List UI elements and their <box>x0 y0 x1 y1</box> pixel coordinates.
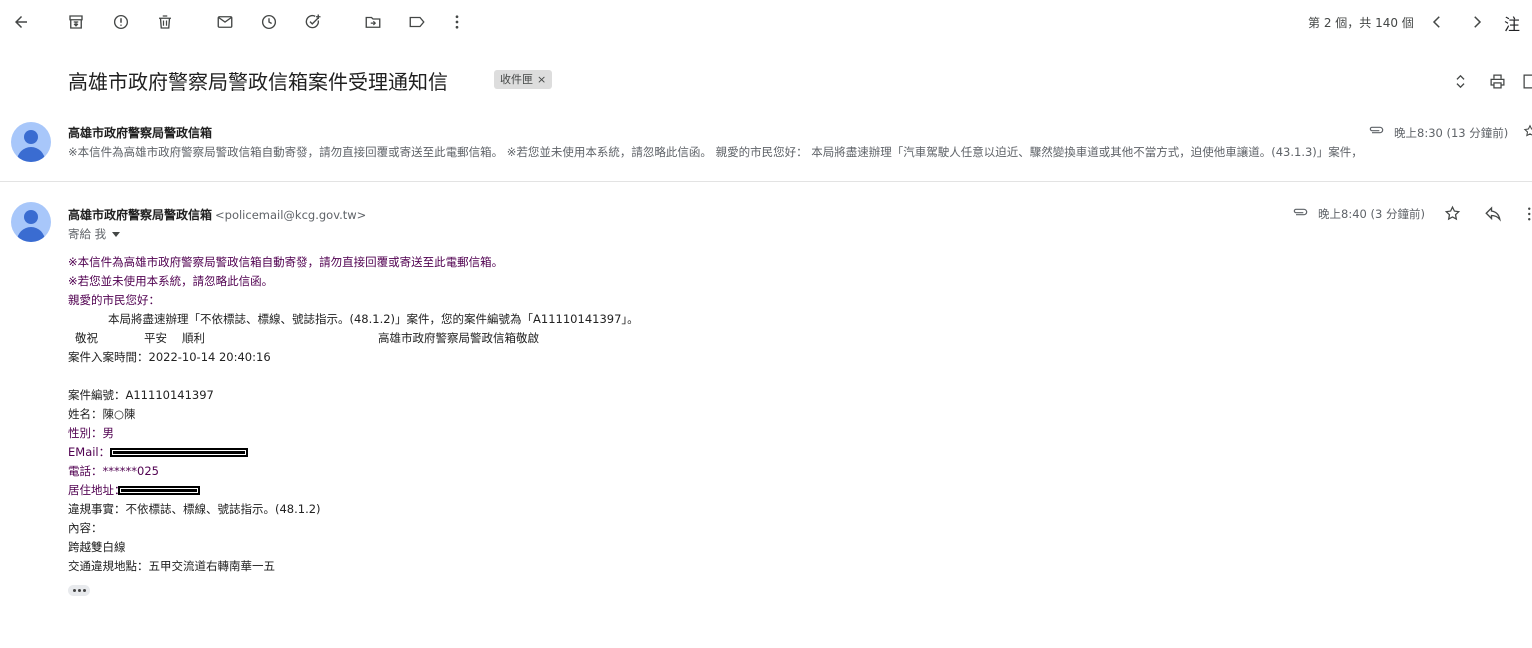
closing-word-1: 敬祝 <box>75 331 98 345</box>
sender-header: 高雄市政府警察局警政信箱 <policemail@kcg.gov.tw> <box>68 206 366 223</box>
more-vert-icon[interactable] <box>446 11 468 33</box>
redaction-bar <box>117 486 200 495</box>
print-icon[interactable] <box>1487 71 1507 91</box>
open-new-window-icon[interactable] <box>1520 71 1532 91</box>
input-tools-button[interactable]: 注 <box>1504 11 1520 35</box>
label-icon[interactable] <box>406 11 428 33</box>
subject-row: 高雄市政府警察局警政信箱案件受理通知信 收件匣 × <box>0 60 1532 100</box>
closing-word-2: 平安 <box>144 331 167 345</box>
body-line-content-label: 內容： <box>68 521 103 535</box>
clock-icon[interactable] <box>258 11 280 33</box>
body-line-gender: 性別：男 <box>68 426 114 440</box>
email-label: EMail： <box>68 445 111 459</box>
more-vert-icon[interactable] <box>1522 205 1532 223</box>
body-line-email: EMail： <box>68 443 639 462</box>
body-line-blank <box>68 367 639 386</box>
paperclip-icon <box>1293 208 1308 216</box>
body-line-ignore: ※若您並未使用本系統，請忽略此信函。 <box>68 274 274 288</box>
message-time: 晚上8:30 (13 分鐘前) <box>1394 126 1509 140</box>
sender-name: 高雄市政府警察局警政信箱 <box>68 208 213 222</box>
expand-all-icon[interactable] <box>1450 71 1470 91</box>
sender-email: <policemail@kcg.gov.tw> <box>215 208 367 222</box>
body-line-case-number: 案件編號：A11110141397 <box>68 388 214 402</box>
message-snippet: ※本信件為高雄市政府警察局警政信箱自動寄發，請勿直接回覆或寄送至此電郵信箱。 ※… <box>68 145 1363 159</box>
remove-label-icon[interactable]: × <box>537 73 546 86</box>
show-trimmed-content-button[interactable] <box>68 585 90 596</box>
body-line-phone: 電話：******025 <box>68 464 159 478</box>
sender-avatar <box>11 122 51 162</box>
report-spam-icon[interactable] <box>110 11 132 33</box>
body-line-address: 居住地址： <box>68 481 639 500</box>
pagination-count: 第 2 個，共 140 個 <box>1308 16 1414 30</box>
reply-icon[interactable] <box>1484 205 1502 223</box>
body-line-name: 姓名：陳○陳 <box>68 407 136 421</box>
body-line-location: 交通違規地點：五甲交流道右轉南華一五 <box>68 559 275 573</box>
back-arrow-icon[interactable] <box>10 11 32 33</box>
body-line-greeting: 親愛的市民您好： <box>68 293 160 307</box>
sender-name: 高雄市政府警察局警政信箱 <box>68 126 213 140</box>
top-toolbar: 第 2 個，共 140 個 注 <box>0 0 1532 44</box>
star-icon[interactable] <box>1523 124 1532 138</box>
move-to-icon[interactable] <box>362 11 384 33</box>
body-line-case-intro: 本局將盡速辦理「不依標誌、標線、號誌指示。(48.1.2)」案件，您的案件編號為… <box>108 312 639 326</box>
body-line-violation: 違規事實：不依標誌、標線、號誌指示。(48.1.2) <box>68 502 321 516</box>
chevron-right-icon[interactable] <box>1466 11 1488 33</box>
caret-down-icon[interactable] <box>112 232 121 237</box>
body-line-notice: ※本信件為高雄市政府警察局警政信箱自動寄發，請勿直接回覆或寄送至此電郵信箱。 <box>68 255 504 269</box>
closing-word-3: 順利 <box>182 331 205 345</box>
message-time: 晚上8:40 (3 分鐘前) <box>1318 207 1425 221</box>
email-subject: 高雄市政府警察局警政信箱案件受理通知信 <box>68 70 448 94</box>
star-icon[interactable] <box>1444 205 1461 222</box>
inbox-label-chip[interactable]: 收件匣 × <box>494 70 553 89</box>
paperclip-icon <box>1369 126 1384 134</box>
expanded-message: 高雄市政府警察局警政信箱 <policemail@kcg.gov.tw> 寄給 我… <box>0 196 1532 616</box>
body-line-content: 跨越雙白線 <box>68 540 126 554</box>
body-line-closing: 敬祝 平安 順利 高雄市政府警察局警政信箱敬啟 <box>68 329 639 348</box>
closing-signature: 高雄市政府警察局警政信箱敬啟 <box>378 331 539 345</box>
add-task-icon[interactable] <box>302 11 324 33</box>
chevron-left-icon[interactable] <box>1426 11 1448 33</box>
mail-icon[interactable] <box>214 11 236 33</box>
sender-avatar <box>11 202 51 242</box>
message-body: ※本信件為高雄市政府警察局警政信箱自動寄發，請勿直接回覆或寄送至此電郵信箱。 ※… <box>68 253 639 576</box>
recipients-toggle[interactable]: 寄給 我 <box>68 226 121 242</box>
inbox-label-text: 收件匣 <box>500 73 533 86</box>
collapsed-message[interactable]: 高雄市政府警察局警政信箱 ※本信件為高雄市政府警察局警政信箱自動寄發，請勿直接回… <box>0 118 1532 182</box>
body-line-entry-time: 案件入案時間：2022-10-14 20:40:16 <box>68 350 271 364</box>
archive-icon[interactable] <box>65 11 87 33</box>
redaction-bar <box>110 448 249 457</box>
trash-icon[interactable] <box>154 11 176 33</box>
recipients-label: 寄給 我 <box>68 227 107 241</box>
